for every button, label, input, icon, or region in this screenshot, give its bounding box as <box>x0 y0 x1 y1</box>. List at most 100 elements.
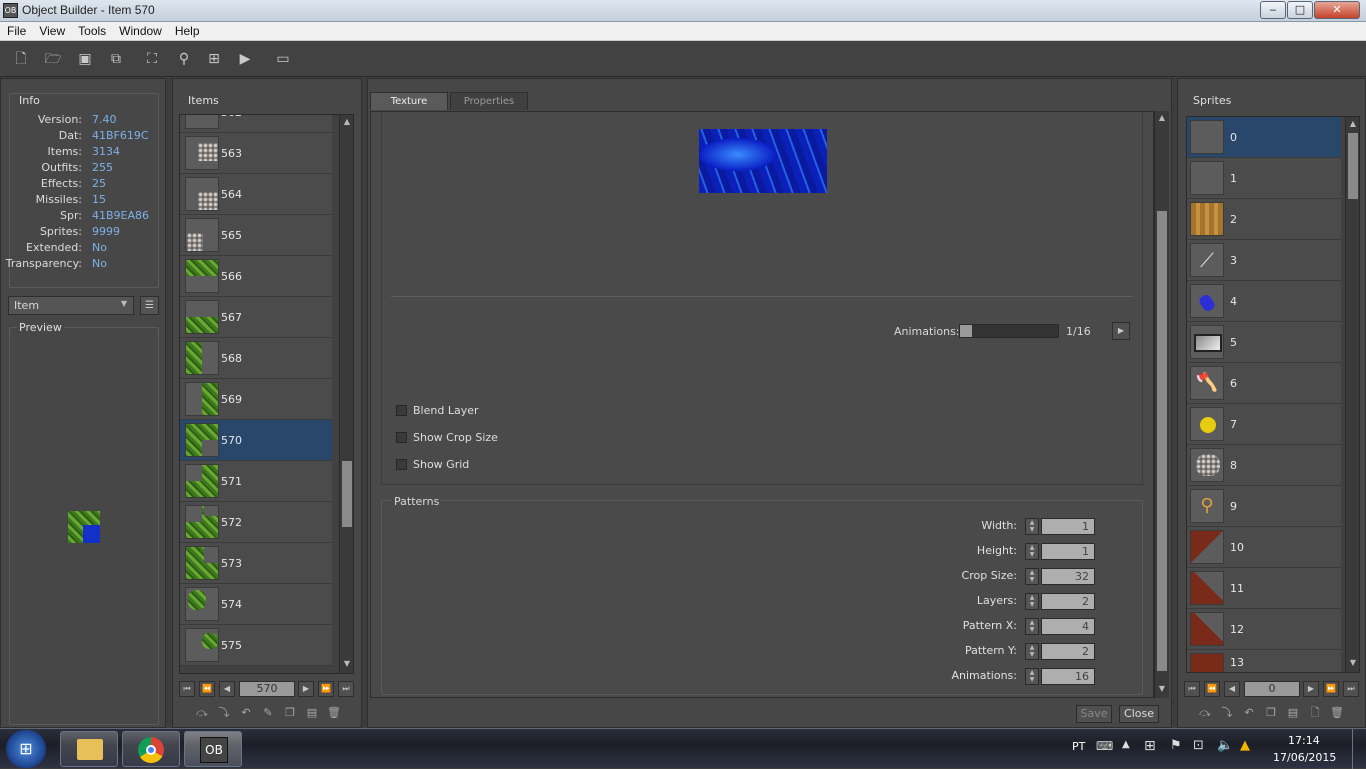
sprite-row[interactable]: 4 <box>1187 281 1341 322</box>
new-sprite-icon[interactable]: 🗋 <box>1306 704 1324 722</box>
list-options-icon[interactable]: ☰ <box>140 296 159 315</box>
undo-icon[interactable]: ↶ <box>237 704 255 722</box>
first-icon[interactable]: ⏮ <box>1184 681 1200 697</box>
category-select[interactable]: Item ▼ <box>8 296 134 315</box>
delete-icon[interactable]: 🗑 <box>1328 704 1346 722</box>
save-button[interactable]: Save <box>1076 705 1112 723</box>
open-folder-icon[interactable]: 🗁 <box>44 50 62 68</box>
blend-layer-checkbox[interactable]: Blend Layer <box>396 404 546 419</box>
list-item[interactable]: 568 <box>180 338 332 379</box>
sprite-row[interactable]: 10 <box>1187 527 1341 568</box>
show-hidden-icon[interactable]: ▲ <box>1122 739 1130 750</box>
prev-icon[interactable]: ◀ <box>219 681 235 697</box>
next-page-icon[interactable]: ⏩ <box>318 681 334 697</box>
list-item[interactable]: 572 <box>180 502 332 543</box>
import-icon[interactable]: ⤵ <box>1218 704 1236 722</box>
volume-icon[interactable]: 🔈 <box>1217 738 1233 753</box>
show-grid-checkbox[interactable]: Show Grid <box>396 458 546 473</box>
list-item[interactable]: 567 <box>180 297 332 338</box>
scroll-thumb[interactable] <box>1157 211 1167 671</box>
items-scrollbar[interactable]: ▲ ▼ <box>339 115 353 673</box>
play-icon[interactable]: ▶ <box>236 50 254 68</box>
pattern-height-field[interactable]: Height: ▲ ▼ 1 <box>897 542 1097 560</box>
tab-properties[interactable]: Properties <box>450 92 528 110</box>
scroll-down-icon[interactable]: ▼ <box>1155 682 1169 696</box>
list-item[interactable]: 565 <box>180 215 332 256</box>
checkbox-box[interactable] <box>396 459 407 470</box>
replace-icon[interactable]: ⤼ <box>1196 704 1214 722</box>
language-indicator[interactable]: PT <box>1072 740 1085 753</box>
animation-slider[interactable] <box>959 324 1059 338</box>
flag-icon[interactable]: ⚑ <box>1170 738 1182 753</box>
list-item[interactable]: 574 <box>180 584 332 625</box>
sprite-row[interactable]: ⚲ 9 <box>1187 486 1341 527</box>
new-item-icon[interactable]: ▤ <box>303 704 321 722</box>
checkbox-box[interactable] <box>396 432 407 443</box>
pattern-width-field[interactable]: Width: ▲ ▼ 1 <box>897 517 1097 535</box>
explorer-taskbar-icon[interactable] <box>60 731 118 767</box>
menu-help[interactable]: Help <box>168 22 206 38</box>
list-item[interactable]: 562 <box>180 115 332 133</box>
sprite-row[interactable]: 12 <box>1187 609 1341 650</box>
pattern-y-field[interactable]: Pattern Y: ▲ ▼ 2 <box>897 642 1097 660</box>
edit-icon[interactable]: ✎ <box>259 704 277 722</box>
drive-icon[interactable]: ▲ <box>1240 738 1250 753</box>
windows-icon[interactable]: ⊞ <box>1144 738 1156 754</box>
copy-icon[interactable]: ❐ <box>1262 704 1280 722</box>
list-item-selected[interactable]: 570 <box>180 420 332 461</box>
sprite-row[interactable]: ⟋ 3 <box>1187 240 1341 281</box>
close-button[interactable]: Close <box>1119 705 1159 723</box>
pattern-x-field[interactable]: Pattern X: ▲ ▼ 4 <box>897 617 1097 635</box>
save-icon[interactable]: ▣ <box>76 50 94 68</box>
scroll-up-icon[interactable]: ▲ <box>1346 117 1359 131</box>
tab-texture[interactable]: Texture <box>370 92 448 110</box>
sprite-row[interactable]: 7 <box>1187 404 1341 445</box>
prev-icon[interactable]: ◀ <box>1224 681 1240 697</box>
last-icon[interactable]: ⏭ <box>338 681 354 697</box>
list-item[interactable]: 571 <box>180 461 332 502</box>
object-builder-taskbar-icon[interactable]: OB <box>184 731 242 767</box>
grid-icon[interactable]: ⊞ <box>205 50 223 68</box>
compile-icon[interactable]: ⛶ <box>143 50 161 68</box>
new-file-icon[interactable]: 🗋 <box>12 50 30 68</box>
checkbox-box[interactable] <box>396 405 407 416</box>
list-item[interactable]: 563 <box>180 133 332 174</box>
replace-icon[interactable]: ⤼ <box>193 704 211 722</box>
scroll-thumb[interactable] <box>1348 133 1358 199</box>
network-icon[interactable]: ⊡ <box>1193 738 1204 753</box>
sprite-row[interactable]: 11 <box>1187 568 1341 609</box>
prev-page-icon[interactable]: ⏪ <box>199 681 215 697</box>
minimize-button[interactable]: ‒ <box>1260 1 1286 19</box>
chrome-taskbar-icon[interactable] <box>122 731 180 767</box>
pattern-layers-field[interactable]: Layers: ▲ ▼ 2 <box>897 592 1097 610</box>
sprite-row[interactable]: 2 <box>1187 199 1341 240</box>
next-page-icon[interactable]: ⏩ <box>1323 681 1339 697</box>
list-item[interactable]: 569 <box>180 379 332 420</box>
sprite-row[interactable]: 🪓 6 <box>1187 363 1341 404</box>
sprite-row[interactable]: 13 <box>1187 650 1341 672</box>
list-item[interactable]: 573 <box>180 543 332 584</box>
editor-scrollbar[interactable]: ▲ ▼ <box>1154 111 1169 698</box>
sprite-row[interactable]: 0 <box>1187 117 1341 158</box>
animation-slider-thumb[interactable] <box>960 325 972 337</box>
scroll-up-icon[interactable]: ▲ <box>340 115 353 129</box>
prev-page-icon[interactable]: ⏪ <box>1204 681 1220 697</box>
menu-file[interactable]: File <box>0 22 32 38</box>
show-crop-size-checkbox[interactable]: Show Crop Size <box>396 431 546 446</box>
sprite-row[interactable]: 8 <box>1187 445 1341 486</box>
list-item[interactable]: 575 <box>180 625 332 666</box>
next-frame-icon[interactable]: ▶ <box>1112 322 1130 340</box>
scroll-thumb[interactable] <box>342 461 352 527</box>
pattern-animations-field[interactable]: Animations: ▲ ▼ 16 <box>897 667 1097 685</box>
save-as-icon[interactable]: ⧉ <box>107 50 125 68</box>
sprite-row[interactable]: 1 <box>1187 158 1341 199</box>
sprite-nav-input[interactable]: 0 <box>1244 681 1300 697</box>
close-window-button[interactable]: ✕ <box>1314 1 1360 19</box>
scroll-up-icon[interactable]: ▲ <box>1155 111 1169 125</box>
last-icon[interactable]: ⏭ <box>1343 681 1359 697</box>
menu-tools[interactable]: Tools <box>71 22 112 38</box>
delete-icon[interactable]: 🗑 <box>325 704 343 722</box>
item-nav-input[interactable]: 570 <box>239 681 295 697</box>
undo-icon[interactable]: ↶ <box>1240 704 1258 722</box>
first-icon[interactable]: ⏮ <box>179 681 195 697</box>
